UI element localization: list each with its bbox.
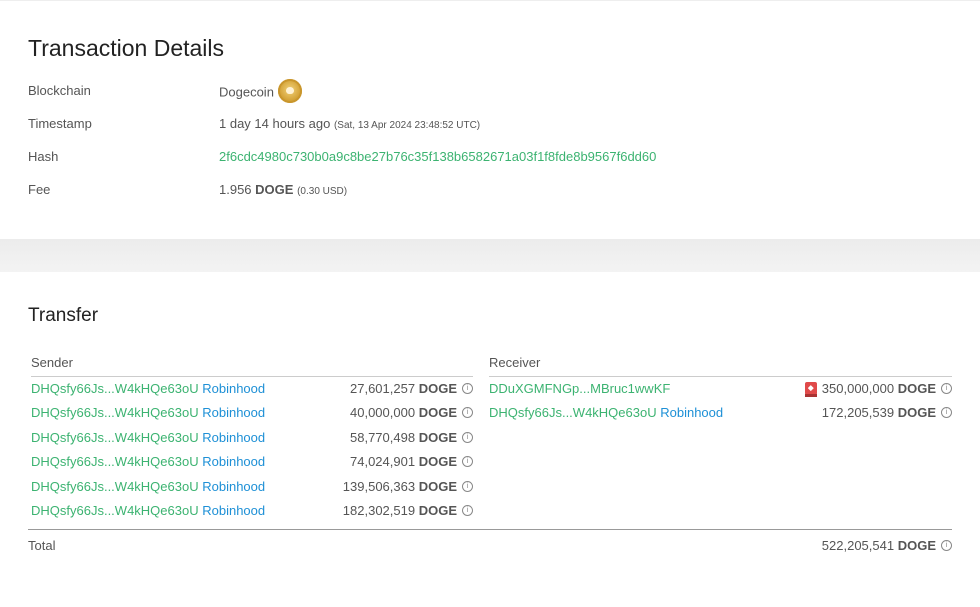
fee-unit: DOGE	[255, 182, 294, 197]
receiver-amount: 350,000,000 DOGE i	[804, 377, 952, 401]
blockchain-value: Dogecoin	[219, 79, 302, 105]
info-icon[interactable]: i	[462, 505, 473, 517]
sender-amount-value: 27,601,257	[350, 381, 416, 396]
sender-address-link[interactable]: DHQsfy66Js...W4kHQe63oU	[31, 503, 199, 518]
sender-amount-unit: DOGE	[418, 381, 457, 396]
sender-amount-value: 182,302,519	[342, 502, 416, 518]
receiver-amount-unit: DOGE	[897, 381, 936, 396]
fee-label: Fee	[28, 182, 51, 197]
detail-row-hash: Hash 2f6cdc4980c730b0a9c8be27b76c35f138b…	[28, 147, 968, 167]
sender-row: DHQsfy66Js...W4kHQe63oU Robinhood 139,50…	[31, 475, 473, 499]
sender-amount-unit: DOGE	[418, 454, 457, 470]
transfer-title: Transfer	[28, 305, 99, 326]
info-icon[interactable]: i	[462, 383, 473, 395]
sender-entity-link[interactable]: Robinhood	[202, 479, 265, 494]
page-title: Transaction Details	[28, 35, 225, 61]
receiver-amount: 172,205,539 DOGE i	[822, 401, 952, 425]
sender-amount: 182,302,519 DOGE i	[343, 499, 473, 523]
info-icon[interactable]: i	[462, 456, 473, 468]
info-icon[interactable]: i	[462, 407, 473, 419]
total-amount-value: 522,205,541	[821, 538, 895, 553]
receiver-amount-unit: DOGE	[897, 405, 936, 421]
sender-row: DHQsfy66Js...W4kHQe63oU Robinhood 182,30…	[31, 499, 473, 523]
receiver-address-link[interactable]: DDuXGMFNGp...MBruc1wwKF	[489, 381, 670, 396]
sender-amount: 58,770,498 DOGE i	[350, 426, 473, 450]
sender-address-link[interactable]: DHQsfy66Js...W4kHQe63oU	[31, 405, 199, 420]
fee-value: 1.956 DOGE (0.30 USD)	[219, 180, 347, 202]
sender-amount: 139,506,363 DOGE i	[343, 475, 473, 499]
section-divider-band	[0, 239, 980, 272]
sender-address-link[interactable]: DHQsfy66Js...W4kHQe63oU	[31, 454, 199, 469]
sender-entity-link[interactable]: Robinhood	[202, 430, 265, 445]
sender-address-link[interactable]: DHQsfy66Js...W4kHQe63oU	[31, 479, 199, 494]
total-label: Total	[28, 538, 56, 553]
blockchain-label: Blockchain	[28, 83, 91, 98]
receiver-row: DDuXGMFNGp...MBruc1wwKF 350,000,000 DOGE…	[489, 377, 952, 401]
blockchain-name: Dogecoin	[219, 84, 274, 100]
sender-amount: 40,000,000 DOGE i	[350, 401, 473, 425]
hash-value: 2f6cdc4980c730b0a9c8be27b76c35f138b65826…	[219, 147, 656, 167]
sender-amount: 27,601,257 DOGE i	[350, 377, 473, 401]
sender-amount-value: 139,506,363	[342, 478, 416, 494]
sender-amount-unit: DOGE	[418, 478, 457, 494]
sender-entity-link[interactable]: Robinhood	[202, 503, 265, 518]
sender-amount-value: 40,000,000	[350, 405, 416, 421]
sender-row: DHQsfy66Js...W4kHQe63oU Robinhood 74,024…	[31, 450, 473, 474]
sender-entity-link[interactable]: Robinhood	[202, 381, 265, 396]
sender-row: DHQsfy66Js...W4kHQe63oU Robinhood 58,770…	[31, 426, 473, 450]
sender-row: DHQsfy66Js...W4kHQe63oU Robinhood 27,601…	[31, 377, 473, 401]
sender-header: Sender	[31, 352, 473, 377]
receiver-address-link[interactable]: DHQsfy66Js...W4kHQe63oU	[489, 405, 657, 420]
timestamp-relative: 1 day 14 hours ago	[219, 116, 331, 131]
receiver-amount-value: 172,205,539	[821, 405, 895, 421]
alert-flag-icon	[804, 382, 817, 398]
sender-entity-link[interactable]: Robinhood	[202, 405, 265, 420]
sender-amount: 74,024,901 DOGE i	[350, 450, 473, 474]
sender-list: DHQsfy66Js...W4kHQe63oU Robinhood 27,601…	[31, 377, 473, 523]
info-icon[interactable]: i	[462, 431, 473, 443]
detail-row-blockchain: Blockchain Dogecoin	[28, 79, 968, 103]
dogecoin-logo-icon	[277, 79, 302, 103]
timestamp-label: Timestamp	[28, 116, 92, 131]
sender-row: DHQsfy66Js...W4kHQe63oU Robinhood 40,000…	[31, 401, 473, 425]
sender-amount-unit: DOGE	[418, 502, 457, 518]
total-amount-unit: DOGE	[897, 538, 936, 553]
sender-entity-link[interactable]: Robinhood	[202, 454, 265, 469]
sender-amount-unit: DOGE	[418, 405, 457, 421]
receiver-amount-value: 350,000,000	[821, 381, 895, 396]
total-amount: 522,205,541 DOGE i	[822, 530, 952, 561]
sender-amount-value: 58,770,498	[350, 429, 416, 445]
fee-usd: (0.30 USD)	[297, 186, 348, 197]
detail-row-timestamp: Timestamp 1 day 14 hours ago (Sat, 13 Ap…	[28, 114, 968, 134]
sender-amount-value: 74,024,901	[350, 454, 416, 470]
transaction-details-card: Transaction Details Blockchain Dogecoin …	[0, 0, 980, 240]
hash-label: Hash	[28, 149, 59, 164]
receiver-row: DHQsfy66Js...W4kHQe63oU Robinhood 172,20…	[489, 401, 952, 425]
info-icon[interactable]: i	[462, 480, 473, 492]
sender-address-link[interactable]: DHQsfy66Js...W4kHQe63oU	[31, 430, 199, 445]
hash-link[interactable]: 2f6cdc4980c730b0a9c8be27b76c35f138b65826…	[219, 149, 656, 164]
receiver-entity-link[interactable]: Robinhood	[660, 405, 723, 420]
info-icon[interactable]: i	[941, 540, 952, 552]
receiver-list: DDuXGMFNGp...MBruc1wwKF 350,000,000 DOGE…	[489, 377, 952, 426]
transfer-card: Transfer Sender DHQsfy66Js...W4kHQe63oU …	[0, 272, 980, 607]
detail-row-fee: Fee 1.956 DOGE (0.30 USD)	[28, 180, 968, 200]
timestamp-value: 1 day 14 hours ago (Sat, 13 Apr 2024 23:…	[219, 114, 480, 136]
info-icon[interactable]: i	[941, 383, 952, 395]
total-row: Total 522,205,541 DOGE i	[28, 529, 952, 562]
timestamp-absolute: (Sat, 13 Apr 2024 23:48:52 UTC)	[333, 120, 481, 131]
receiver-column: Receiver DDuXGMFNGp...MBruc1wwKF 350,000…	[489, 352, 952, 426]
sender-column: Sender DHQsfy66Js...W4kHQe63oU Robinhood…	[31, 352, 473, 523]
receiver-header: Receiver	[489, 352, 952, 377]
sender-amount-unit: DOGE	[418, 429, 457, 445]
info-icon[interactable]: i	[941, 407, 952, 419]
fee-amount: 1.956	[219, 182, 252, 197]
sender-address-link[interactable]: DHQsfy66Js...W4kHQe63oU	[31, 381, 199, 396]
